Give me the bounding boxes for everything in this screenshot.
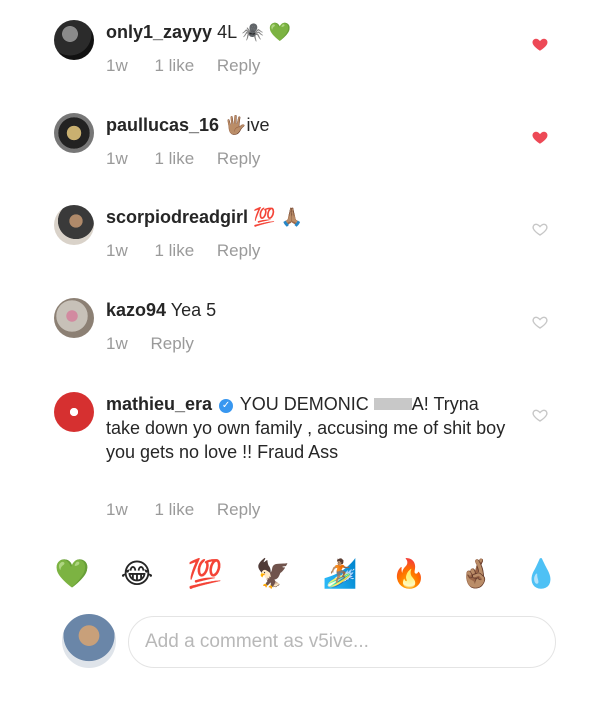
comment-username[interactable]: scorpiodreadgirl <box>106 207 248 227</box>
comment-text: Yea 5 <box>170 300 217 320</box>
hundred-emoji-button[interactable]: 💯 <box>187 556 223 592</box>
comment-meta: 1w 1 like Reply <box>106 241 278 261</box>
avatar[interactable] <box>54 205 94 245</box>
comment-username[interactable]: paullucas_16 <box>106 115 219 135</box>
heart-liked-icon[interactable] <box>531 35 549 53</box>
avatar[interactable] <box>54 20 94 60</box>
reply-button[interactable]: Reply <box>217 149 260 168</box>
green-heart-emoji-button[interactable]: 💚 <box>54 556 90 592</box>
comment-likes[interactable]: 1 like <box>154 56 194 75</box>
comment-likes[interactable]: 1 like <box>154 149 194 168</box>
comment-meta: 1w 1 like Reply <box>106 500 278 520</box>
comment-likes[interactable]: 1 like <box>154 241 194 260</box>
comment-body: mathieu_era ✓ YOU DEMONIC A! Tryna take … <box>106 392 506 464</box>
comment-time: 1w <box>106 241 128 260</box>
comment-body: kazo94 Yea 5 <box>106 298 526 322</box>
comment-text: 🖐🏽ive <box>224 115 270 135</box>
quick-emoji-bar: 💚 😂 💯 🦅 🏄🏽 🔥 🤞🏽 💧 <box>0 556 614 592</box>
droplet-emoji-button[interactable]: 💧 <box>523 556 559 592</box>
heart-outline-icon[interactable] <box>531 220 549 238</box>
comment-meta: 1w Reply <box>106 334 212 354</box>
comment-time: 1w <box>106 56 128 75</box>
avatar[interactable] <box>54 113 94 153</box>
reply-button[interactable]: Reply <box>217 241 260 260</box>
comment-composer <box>0 614 614 674</box>
comment-body: only1_zayyy 4L 🕷️ 💚 <box>106 20 526 44</box>
verified-badge-icon: ✓ <box>219 399 234 413</box>
censor-bar <box>373 398 412 410</box>
heart-liked-icon[interactable] <box>531 128 549 146</box>
comment-time: 1w <box>106 500 128 519</box>
comment-username[interactable]: mathieu_era <box>106 394 212 414</box>
comment-text: 💯 🙏🏽 <box>253 207 303 227</box>
comment-meta: 1w 1 like Reply <box>106 149 278 169</box>
surfer-emoji-button[interactable]: 🏄🏽 <box>322 556 358 592</box>
comment-text-before: YOU DEMONIC <box>239 394 369 414</box>
reply-button[interactable]: Reply <box>217 500 260 519</box>
comment-meta: 1w 1 like Reply <box>106 56 278 76</box>
comment-username[interactable]: kazo94 <box>106 300 166 320</box>
heart-outline-icon[interactable] <box>531 313 549 331</box>
eagle-emoji-button[interactable]: 🦅 <box>255 556 291 592</box>
comment-likes[interactable]: 1 like <box>154 500 194 519</box>
comment-text: 4L 🕷️ 💚 <box>217 22 292 42</box>
reply-button[interactable]: Reply <box>217 56 260 75</box>
avatar[interactable] <box>54 392 94 432</box>
avatar <box>62 614 116 668</box>
heart-outline-icon[interactable] <box>531 406 549 424</box>
laughing-emoji-button[interactable]: 😂 <box>119 556 155 592</box>
comment-input[interactable] <box>128 616 556 668</box>
crossed-fingers-emoji-button[interactable]: 🤞🏽 <box>458 556 494 592</box>
reply-button[interactable]: Reply <box>150 334 193 353</box>
comment-body: paullucas_16 🖐🏽ive <box>106 113 526 137</box>
comment-username[interactable]: only1_zayyy <box>106 22 212 42</box>
comment-time: 1w <box>106 149 128 168</box>
comment-time: 1w <box>106 334 128 353</box>
avatar[interactable] <box>54 298 94 338</box>
comment-body: scorpiodreadgirl 💯 🙏🏽 <box>106 205 526 229</box>
fire-emoji-button[interactable]: 🔥 <box>391 556 427 592</box>
